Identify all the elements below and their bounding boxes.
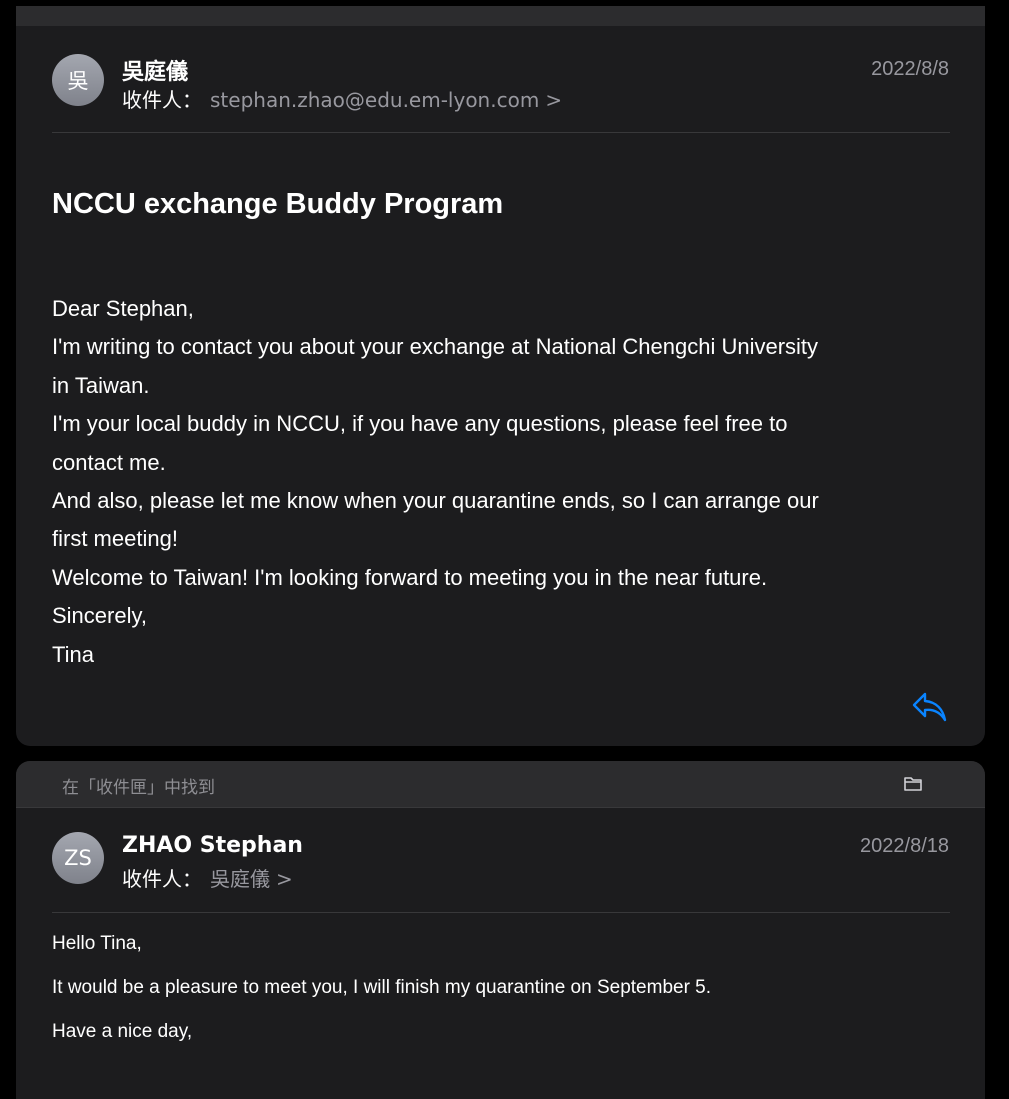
- reply-icon[interactable]: [911, 690, 949, 724]
- recipient-label: 收件人：: [122, 88, 202, 112]
- body-line: in Taiwan.: [52, 372, 150, 398]
- body-line: first meeting!: [52, 526, 178, 552]
- email-body: Dear Stephan, I'm writing to contact you…: [52, 290, 957, 674]
- sender-avatar: ZS: [52, 832, 104, 884]
- previous-message-edge: [16, 6, 985, 26]
- body-line: Sincerely,: [52, 603, 147, 629]
- body-line: Welcome to Taiwan! I'm looking forward t…: [52, 564, 768, 590]
- email-body: Hello Tina, It would be a pleasure to me…: [52, 933, 957, 1065]
- recipient-line[interactable]: 收件人： stephan.zhao@edu.em-lyon.com >: [122, 84, 562, 113]
- sender-name[interactable]: ZHAO Stephan: [122, 833, 303, 858]
- email-subject: NCCU exchange Buddy Program: [52, 188, 504, 220]
- folder-icon[interactable]: [903, 775, 923, 793]
- body-line: I'm writing to contact you about your ex…: [52, 334, 819, 360]
- recipient-label: 收件人：: [122, 867, 202, 891]
- body-paragraph: It would be a pleasure to meet you, I wi…: [52, 977, 712, 998]
- sender-name[interactable]: 吳庭儀: [122, 54, 188, 86]
- body-line: And also, please let me know when your q…: [52, 488, 819, 514]
- mail-thread-view: 吳 吳庭儀 收件人： stephan.zhao@edu.em-lyon.com > …: [0, 0, 1009, 1099]
- mailbox-location-bar: 在「收件匣」中找到: [16, 761, 985, 808]
- body-paragraph: Have a nice day,: [52, 1021, 193, 1042]
- sender-avatar: 吳: [52, 54, 104, 106]
- body-line: contact me.: [52, 449, 166, 475]
- body-line: I'm your local buddy in NCCU, if you hav…: [52, 411, 788, 437]
- header-divider: [52, 912, 950, 913]
- folder-button[interactable]: [903, 775, 923, 793]
- recipient-name[interactable]: 吳庭儀: [210, 867, 270, 891]
- found-in-inbox-label: 在「收件匣」中找到: [62, 778, 215, 798]
- body-line: Tina: [52, 641, 94, 667]
- recipient-line[interactable]: 收件人： 吳庭儀 >: [122, 863, 293, 892]
- chevron-right-icon[interactable]: >: [545, 88, 562, 112]
- header-divider: [52, 132, 950, 133]
- body-paragraph: Hello Tina,: [52, 933, 142, 954]
- email-card-1: 吳 吳庭儀 收件人： stephan.zhao@edu.em-lyon.com > …: [16, 26, 985, 746]
- body-line: Dear Stephan,: [52, 296, 194, 321]
- recipient-address[interactable]: stephan.zhao@edu.em-lyon.com: [210, 88, 539, 112]
- email-date: 2022/8/8: [871, 58, 949, 80]
- chevron-right-icon[interactable]: >: [276, 867, 293, 891]
- email-date: 2022/8/18: [860, 835, 949, 857]
- email-card-2: 在「收件匣」中找到 ZS ZHAO Stephan 收件人： 吳庭儀 > 2022/…: [16, 761, 985, 1099]
- reply-button[interactable]: [911, 690, 949, 724]
